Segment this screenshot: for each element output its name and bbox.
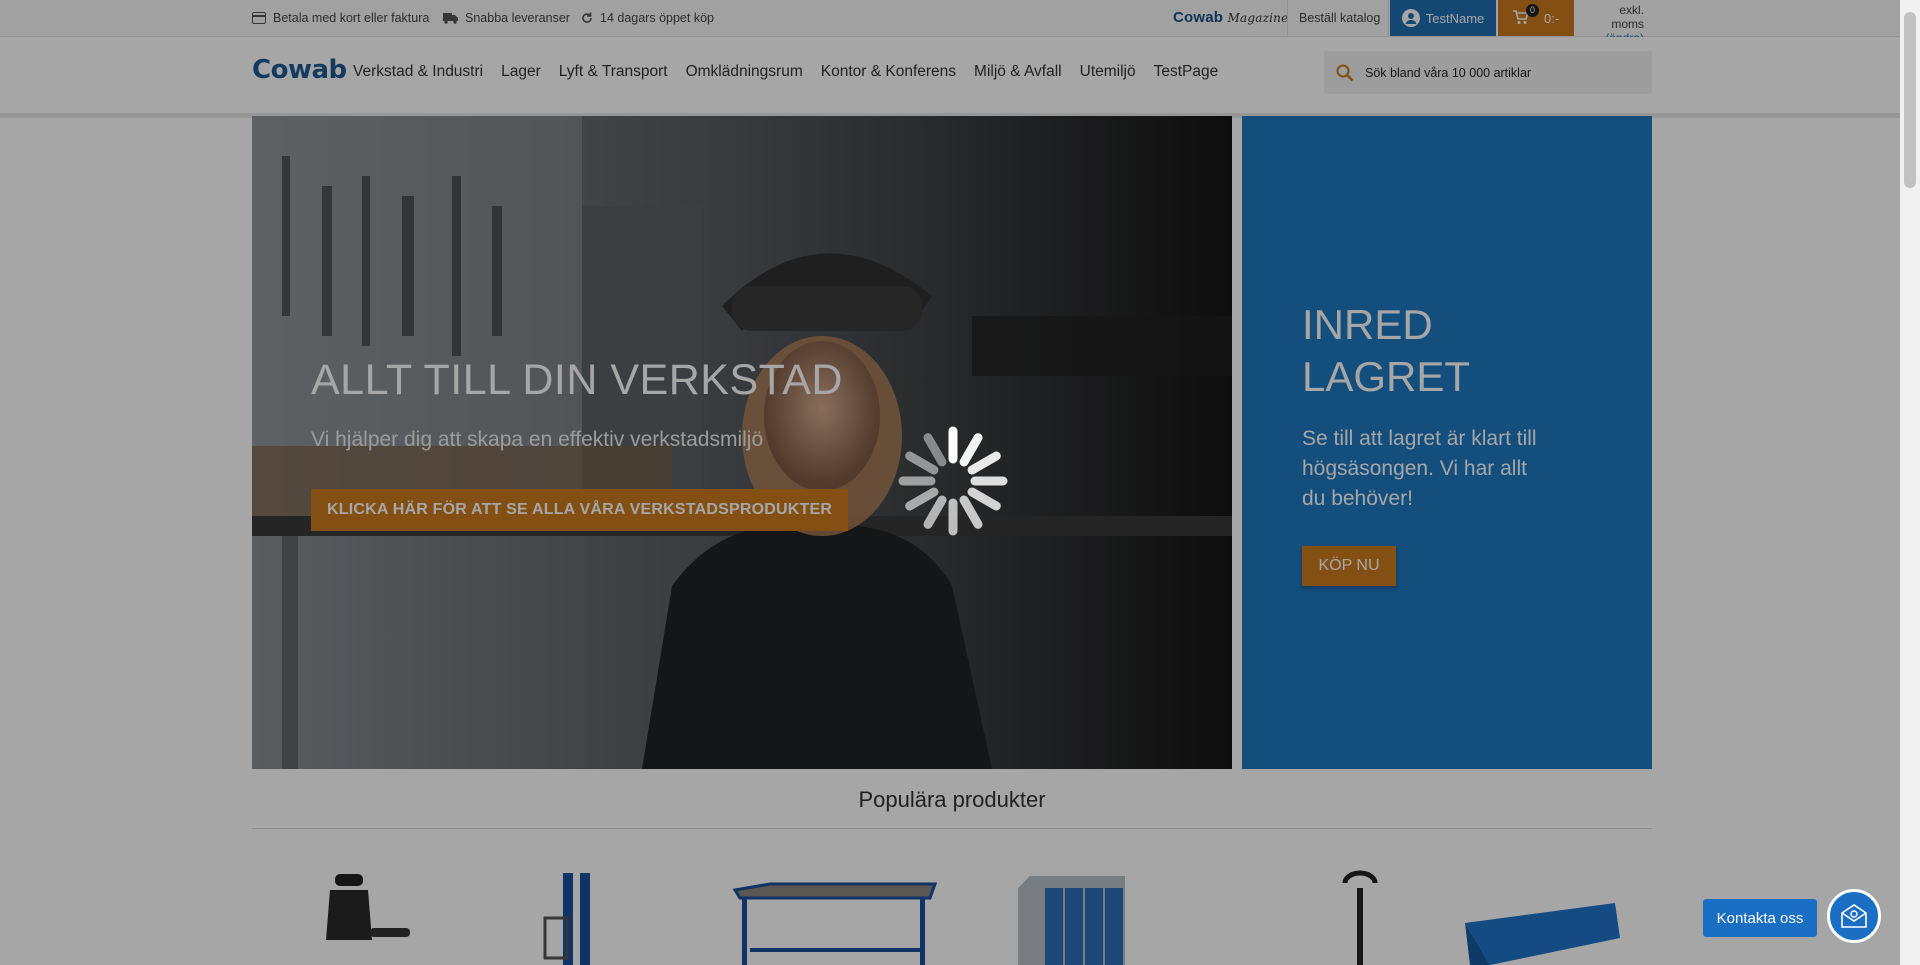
- mail-icon: [1841, 904, 1867, 928]
- page: Betala med kort eller faktura Snabba lev…: [0, 0, 1900, 965]
- page-scrollbar[interactable]: [1900, 0, 1920, 965]
- contact-chat-button[interactable]: [1827, 889, 1881, 943]
- contact-us-button[interactable]: Kontakta oss: [1703, 899, 1817, 937]
- scrollbar-thumb[interactable]: [1904, 12, 1916, 188]
- loading-spinner-icon: [898, 426, 1008, 536]
